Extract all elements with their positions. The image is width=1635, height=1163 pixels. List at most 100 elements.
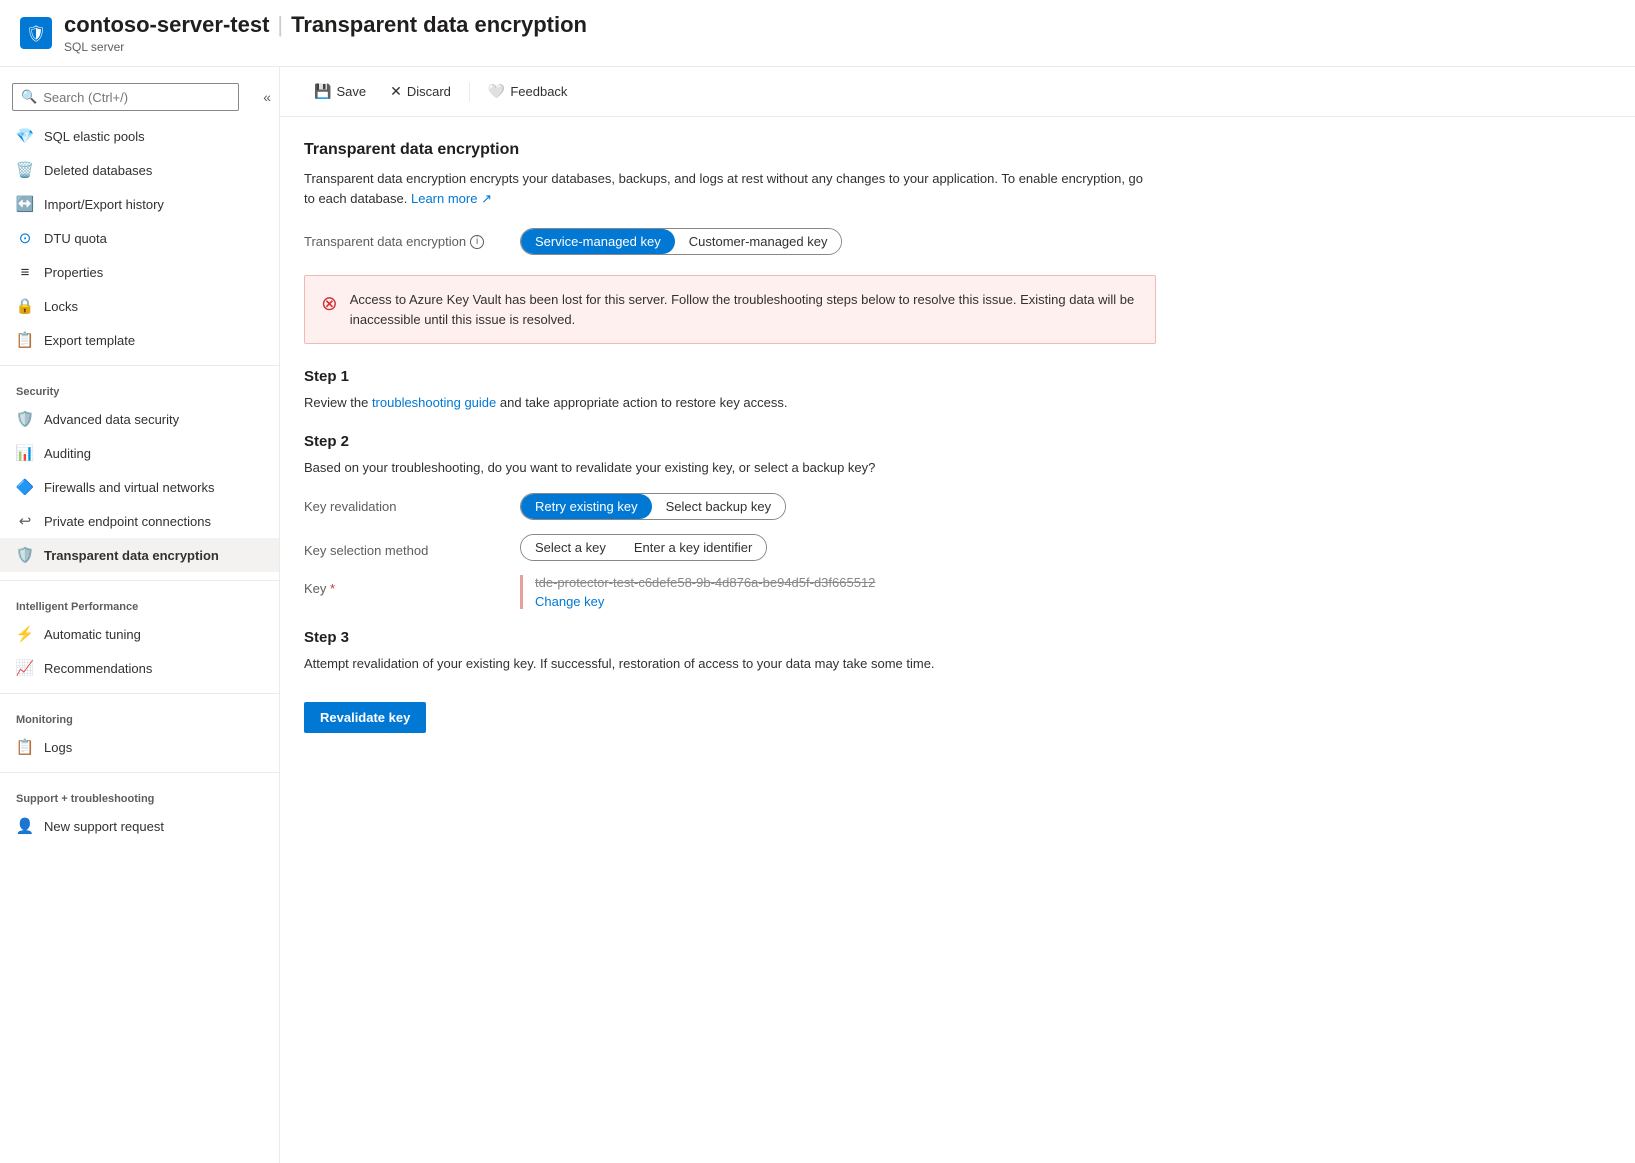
recommendations-icon: 📈 (16, 659, 34, 677)
encryption-toggle-group: Service-managed key Customer-managed key (520, 228, 842, 255)
search-box[interactable]: 🔍 (12, 83, 239, 111)
collapse-button[interactable]: « (255, 85, 279, 109)
sidebar-item-label: Logs (44, 740, 72, 755)
save-icon: 💾 (314, 83, 331, 100)
required-star: * (330, 581, 335, 596)
key-selection-method-row: Key selection method Select a key Enter … (304, 534, 1156, 561)
sidebar-item-logs[interactable]: 📋 Logs (0, 730, 279, 764)
sidebar-item-export-template[interactable]: 📋 Export template (0, 323, 279, 357)
sidebar-item-label: Auditing (44, 446, 91, 461)
sidebar-item-private-endpoint-connections[interactable]: ↩ Private endpoint connections (0, 504, 279, 538)
sidebar-item-firewalls-virtual-networks[interactable]: 🔷 Firewalls and virtual networks (0, 470, 279, 504)
automatic-tuning-icon: ⚡ (16, 625, 34, 643)
alert-error-icon: ⊗ (321, 291, 338, 316)
discard-button[interactable]: ✕ Discard (380, 77, 461, 106)
learn-more-link[interactable]: Learn more ↗ (411, 191, 492, 206)
search-icon: 🔍 (21, 89, 37, 105)
sidebar-item-deleted-databases[interactable]: 🗑️ Deleted databases (0, 153, 279, 187)
key-revalidation-label: Key revalidation (304, 493, 504, 514)
sidebar-item-label: Deleted databases (44, 163, 152, 178)
sidebar-divider-intelligent (0, 580, 279, 581)
select-a-key-option[interactable]: Select a key (521, 535, 620, 560)
page-title: Transparent data encryption (291, 12, 587, 38)
content-body: Transparent data encryption Transparent … (280, 117, 1180, 757)
azure-sql-icon: 🛡 (20, 17, 52, 49)
sidebar-item-label: Export template (44, 333, 135, 348)
step1-heading: Step 1 (304, 368, 1156, 385)
step3-heading: Step 3 (304, 629, 1156, 646)
sidebar-item-new-support-request[interactable]: 👤 New support request (0, 809, 279, 843)
content-description: Transparent data encryption encrypts you… (304, 169, 1156, 208)
sidebar-item-sql-elastic-pools[interactable]: 💎 SQL elastic pools (0, 119, 279, 153)
logs-icon: 📋 (16, 738, 34, 756)
sidebar-item-import-export-history[interactable]: ↔️ Import/Export history (0, 187, 279, 221)
header-main-title: contoso-server-test | Transparent data e… (64, 12, 587, 38)
feedback-button[interactable]: 🤍 Feedback (478, 77, 578, 106)
sidebar-item-label: Recommendations (44, 661, 152, 676)
change-key-link[interactable]: Change key (535, 594, 604, 609)
select-backup-key-option[interactable]: Select backup key (652, 494, 786, 519)
sidebar-item-label: DTU quota (44, 231, 107, 246)
sidebar-item-transparent-data-encryption[interactable]: 🛡️ Transparent data encryption (0, 538, 279, 572)
key-revalidation-row: Key revalidation Retry existing key Sele… (304, 493, 1156, 520)
key-value-block: tde-protector-test-c6defe58-9b-4d876a-be… (520, 575, 875, 609)
main-layout: 🔍 « 💎 SQL elastic pools 🗑️ Deleted datab… (0, 67, 1635, 1163)
firewalls-icon: 🔷 (16, 478, 34, 496)
content-section-title: Transparent data encryption (304, 141, 1156, 159)
page-header: 🛡 contoso-server-test | Transparent data… (0, 0, 1635, 67)
troubleshooting-guide-link[interactable]: troubleshooting guide (372, 395, 500, 410)
security-section-label: Security (0, 374, 279, 402)
key-revalidation-toggle-group: Retry existing key Select backup key (520, 493, 786, 520)
tde-icon: 🛡️ (16, 546, 34, 564)
key-value-row: Key * tde-protector-test-c6defe58-9b-4d8… (304, 575, 1156, 609)
toolbar-separator (469, 82, 470, 102)
revalidate-key-button[interactable]: Revalidate key (304, 702, 426, 733)
sidebar-item-recommendations[interactable]: 📈 Recommendations (0, 651, 279, 685)
header-title-block: contoso-server-test | Transparent data e… (64, 12, 587, 54)
private-endpoint-icon: ↩ (16, 512, 34, 530)
dtu-quota-icon: ⊙ (16, 229, 34, 247)
sidebar-item-automatic-tuning[interactable]: ⚡ Automatic tuning (0, 617, 279, 651)
alert-text: Access to Azure Key Vault has been lost … (350, 290, 1139, 329)
export-template-icon: 📋 (16, 331, 34, 349)
sidebar-item-auditing[interactable]: 📊 Auditing (0, 436, 279, 470)
key-selection-method-label: Key selection method (304, 537, 504, 558)
sidebar-item-properties[interactable]: ≡ Properties (0, 255, 279, 289)
step2-heading: Step 2 (304, 433, 1156, 450)
retry-existing-key-option[interactable]: Retry existing key (521, 494, 652, 519)
support-section-label: Support + troubleshooting (0, 781, 279, 809)
step1-description: Review the troubleshooting guide and tak… (304, 393, 1156, 413)
service-managed-key-option[interactable]: Service-managed key (521, 229, 675, 254)
sidebar-item-advanced-data-security[interactable]: 🛡️ Advanced data security (0, 402, 279, 436)
sidebar-item-label: Automatic tuning (44, 627, 141, 642)
sidebar-item-locks[interactable]: 🔒 Locks (0, 289, 279, 323)
step3-description: Attempt revalidation of your existing ke… (304, 654, 1156, 674)
sidebar-divider-support (0, 772, 279, 773)
app-container: 🛡 contoso-server-test | Transparent data… (0, 0, 1635, 1163)
intelligent-performance-section-label: Intelligent Performance (0, 589, 279, 617)
sidebar-item-label: Import/Export history (44, 197, 164, 212)
key-value-text: tde-protector-test-c6defe58-9b-4d876a-be… (535, 575, 875, 590)
save-button[interactable]: 💾 Save (304, 77, 376, 106)
sidebar-item-dtu-quota[interactable]: ⊙ DTU quota (0, 221, 279, 255)
properties-icon: ≡ (16, 263, 34, 281)
auditing-icon: 📊 (16, 444, 34, 462)
sidebar-item-label: Advanced data security (44, 412, 179, 427)
advanced-data-security-icon: 🛡️ (16, 410, 34, 428)
sidebar: 🔍 « 💎 SQL elastic pools 🗑️ Deleted datab… (0, 67, 280, 1163)
sidebar-item-label: Locks (44, 299, 78, 314)
discard-label: Discard (407, 84, 451, 99)
customer-managed-key-option[interactable]: Customer-managed key (675, 229, 842, 254)
locks-icon: 🔒 (16, 297, 34, 315)
header-separator: | (277, 12, 283, 38)
search-input[interactable] (43, 90, 230, 105)
sidebar-item-label: Private endpoint connections (44, 514, 211, 529)
info-icon[interactable]: i (470, 235, 484, 249)
save-label: Save (336, 84, 366, 99)
monitoring-section-label: Monitoring (0, 702, 279, 730)
sidebar-item-label: Transparent data encryption (44, 548, 219, 563)
import-export-icon: ↔️ (16, 195, 34, 213)
encryption-field-label: Transparent data encryption i (304, 234, 504, 249)
enter-key-identifier-option[interactable]: Enter a key identifier (620, 535, 767, 560)
sidebar-divider-security (0, 365, 279, 366)
